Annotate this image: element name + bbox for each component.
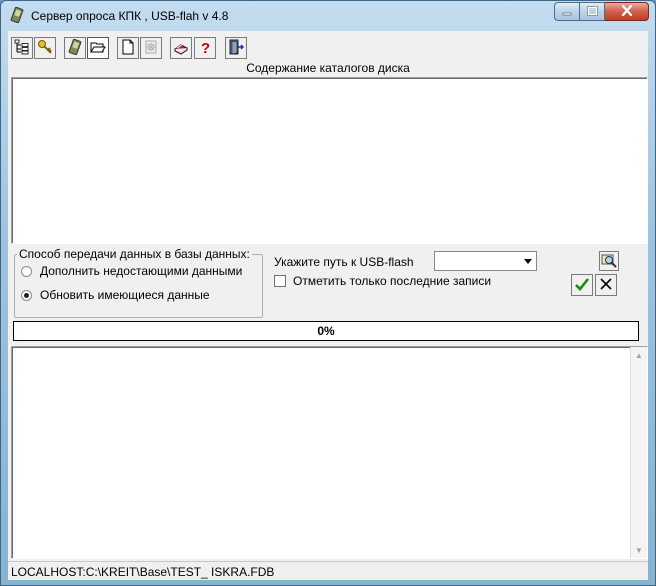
- log-scrollbar[interactable]: ▲ ▼: [630, 347, 647, 558]
- tree-view-button[interactable]: [11, 37, 33, 59]
- checkbox-box[interactable]: [274, 275, 286, 287]
- dropdown-arrow-icon[interactable]: [519, 252, 536, 270]
- usb-path-dropdown[interactable]: [434, 251, 537, 271]
- transfer-mode-group: Способ передачи данных в базы данных: До…: [14, 247, 263, 318]
- maximize-button[interactable]: [580, 2, 605, 21]
- browse-button[interactable]: [599, 251, 619, 271]
- pda-icon: [67, 38, 83, 58]
- minimize-button[interactable]: [554, 2, 580, 21]
- pda-button[interactable]: [64, 37, 86, 59]
- cancel-x-icon: [599, 277, 613, 294]
- settings-document-button[interactable]: [140, 37, 162, 59]
- radio-label: Дополнить недостающими данными: [40, 264, 243, 278]
- open-folder-icon: [90, 39, 106, 58]
- directory-content-panel[interactable]: [11, 77, 648, 244]
- last-records-checkbox[interactable]: Отметить только последние записи: [274, 274, 491, 288]
- new-document-icon: [120, 39, 136, 58]
- log-panel[interactable]: ▲ ▼: [11, 346, 648, 559]
- radio-append-missing[interactable]: Дополнить недостающими данными: [21, 264, 242, 278]
- database-path-status: LOCALHOST:C:\KREIT\Base\TEST_ ISKRA.FDB: [11, 565, 275, 579]
- exit-icon: [228, 39, 244, 58]
- transfer-mode-legend: Способ передачи данных в базы данных:: [17, 247, 252, 261]
- new-document-button[interactable]: [117, 37, 139, 59]
- key-button[interactable]: [34, 37, 56, 59]
- window-title: Сервер опроса КПК , USB-flah v 4.8: [31, 9, 229, 23]
- checkbox-label: Отметить только последние записи: [293, 274, 492, 288]
- scroll-down-icon[interactable]: ▼: [631, 542, 647, 558]
- close-button[interactable]: [605, 2, 649, 21]
- book-button[interactable]: [170, 37, 192, 59]
- title-bar[interactable]: Сервер опроса КПК , USB-flah v 4.8: [1, 1, 655, 31]
- exit-button[interactable]: [225, 37, 247, 59]
- progress-text: 0%: [317, 324, 335, 338]
- help-icon: ?: [197, 39, 213, 58]
- key-icon: [37, 39, 53, 58]
- radio-circle[interactable]: [21, 289, 32, 301]
- svg-text:?: ?: [201, 40, 210, 55]
- directory-panel-title: Содержание каталогов диска: [246, 61, 410, 75]
- client-area: ? Содержание каталогов диска Способ пере…: [8, 31, 648, 580]
- scroll-up-icon[interactable]: ▲: [631, 347, 647, 363]
- close-icon: [621, 4, 633, 19]
- confirm-button[interactable]: [571, 274, 593, 296]
- usb-path-label: Укажите путь к USB-flash: [274, 255, 414, 269]
- minimize-icon: [562, 5, 572, 19]
- radio-circle[interactable]: [21, 265, 32, 277]
- settings-document-icon: [143, 39, 159, 58]
- open-folder-button[interactable]: [87, 37, 109, 59]
- pda-app-icon: [9, 6, 25, 24]
- checkmark-icon: [574, 276, 590, 295]
- magnifier-icon: [601, 252, 617, 271]
- progress-bar: 0%: [13, 321, 639, 341]
- radio-update-existing[interactable]: Обновить имеющиеся данные: [21, 288, 210, 302]
- book-icon: [173, 39, 189, 58]
- toolbar: ?: [8, 33, 648, 59]
- help-button[interactable]: ?: [194, 37, 216, 59]
- status-bar: LOCALHOST:C:\KREIT\Base\TEST_ ISKRA.FDB: [8, 561, 648, 581]
- radio-label: Обновить имеющиеся данные: [40, 288, 210, 302]
- main-window: Сервер опроса КПК , USB-flah v 4.8 ? Сод…: [0, 0, 656, 586]
- maximize-icon: [586, 5, 598, 19]
- tree-icon: [14, 39, 30, 58]
- cancel-button[interactable]: [595, 274, 617, 296]
